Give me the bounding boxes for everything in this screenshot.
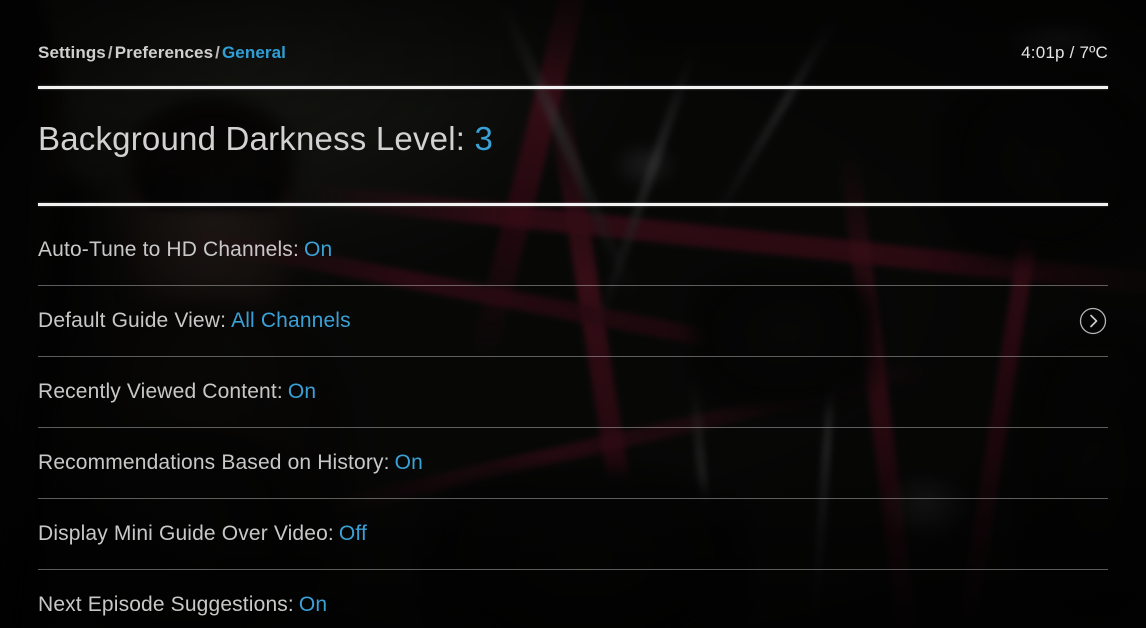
clock-and-weather: 4:01p / 7ºC (1021, 43, 1108, 62)
settings-row-text: Default Guide View: All Channels (38, 309, 351, 333)
settings-row-recommendations-based-on-history[interactable]: Recommendations Based on History: On (0, 427, 1146, 498)
tv-settings-screen: Settings / Preferences / General 4:01p / 7ºC… (0, 0, 1146, 628)
settings-row-value[interactable]: All Channels (231, 309, 351, 332)
settings-row-label: Display Mini Guide Over Video: (38, 521, 334, 545)
settings-row-label: Next Episode Suggestions: (38, 592, 294, 616)
settings-row-value[interactable]: On (299, 593, 327, 616)
chevron-right-circle-icon[interactable] (1078, 306, 1108, 336)
page-title: Background Darkness Level: 3 (38, 120, 493, 158)
settings-list: Auto-Tune to HD Channels: On Default Guid… (0, 214, 1146, 628)
breadcrumb-item-settings[interactable]: Settings (38, 43, 106, 62)
settings-row-value[interactable]: On (395, 451, 423, 474)
settings-row-text: Next Episode Suggestions: On (38, 593, 327, 617)
settings-row-value[interactable]: On (304, 238, 332, 261)
settings-row-label: Default Guide View: (38, 308, 227, 332)
page-title-label: Background Darkness Level: (38, 120, 466, 157)
breadcrumb-item-preferences[interactable]: Preferences (115, 43, 213, 62)
settings-row-next-episode-suggestions[interactable]: Next Episode Suggestions: On (0, 569, 1146, 628)
breadcrumb-separator: / (107, 43, 113, 62)
settings-row-text: Recently Viewed Content: On (38, 380, 316, 404)
settings-row-text: Recommendations Based on History: On (38, 451, 423, 475)
settings-row-text: Display Mini Guide Over Video: Off (38, 522, 367, 546)
settings-row-value[interactable]: Off (339, 522, 367, 545)
header-divider-rule (38, 86, 1108, 89)
settings-row-text: Auto-Tune to HD Channels: On (38, 238, 332, 262)
breadcrumb-separator: / (215, 43, 220, 62)
settings-row-label: Auto-Tune to HD Channels: (38, 237, 299, 261)
settings-row-label: Recommendations Based on History: (38, 450, 390, 474)
settings-row-value[interactable]: On (288, 380, 316, 403)
breadcrumb-item-general[interactable]: General (222, 43, 286, 62)
settings-row-display-mini-guide-over-video[interactable]: Display Mini Guide Over Video: Off (0, 498, 1146, 569)
settings-row-recently-viewed-content[interactable]: Recently Viewed Content: On (0, 356, 1146, 427)
settings-row-label: Recently Viewed Content: (38, 379, 283, 403)
breadcrumb: Settings / Preferences / General (38, 43, 286, 63)
title-divider-rule (38, 203, 1108, 206)
settings-row-default-guide-view[interactable]: Default Guide View: All Channels (0, 285, 1146, 356)
header-bar: Settings / Preferences / General 4:01p / 7ºC (38, 40, 1108, 66)
page-title-value[interactable]: 3 (474, 120, 493, 157)
settings-row-auto-tune-hd[interactable]: Auto-Tune to HD Channels: On (0, 214, 1146, 285)
